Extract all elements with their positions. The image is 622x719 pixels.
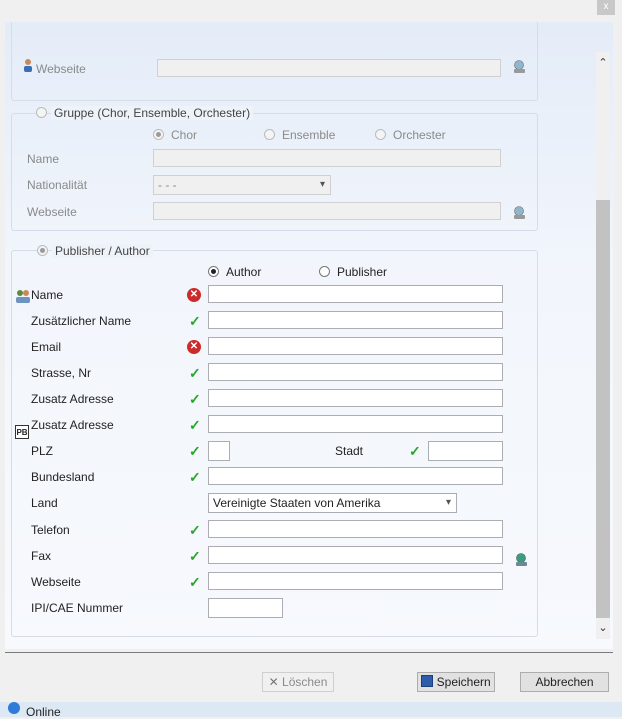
check-icon: ✓ (189, 522, 201, 538)
fax-label: Fax (31, 549, 52, 563)
gruppe-option-ensemble-label: Ensemble (282, 128, 336, 142)
person-webseite-label: Webseite (36, 62, 86, 76)
publisher-option-author-label: Author (226, 265, 262, 279)
telefon-label: Telefon (31, 523, 70, 537)
strasse-label: Strasse, Nr (31, 366, 92, 380)
check-icon: ✓ (189, 313, 201, 329)
person-webseite-input[interactable] (157, 59, 501, 77)
save-button-label: Speichern (436, 675, 491, 689)
save-button[interactable]: Speichern (417, 672, 495, 692)
publisher-legend: Publisher / Author (52, 244, 153, 258)
email-input[interactable] (208, 337, 503, 355)
zusaetzlicher-name-input[interactable] (208, 311, 503, 329)
error-icon: ✕ (187, 340, 201, 354)
stadt-input[interactable] (428, 441, 503, 461)
name-input[interactable] (208, 285, 503, 303)
name-label: Name (31, 288, 64, 302)
vertical-scrollbar[interactable]: ⌃ ⌄ (596, 52, 610, 639)
close-icon: ✕ (268, 675, 279, 689)
delete-button[interactable]: ✕ Löschen (262, 672, 334, 692)
ipi-input[interactable] (208, 598, 283, 618)
cancel-button-label: Abbrechen (535, 675, 594, 689)
gruppe-webseite-input[interactable] (153, 202, 501, 220)
bundesland-label: Bundesland (31, 470, 95, 484)
gruppe-name-input[interactable] (153, 149, 501, 167)
gruppe-radio[interactable] (36, 107, 47, 118)
publisher-option-publisher-radio[interactable] (319, 266, 330, 277)
chevron-down-icon: ▾ (445, 497, 451, 508)
link-icon[interactable] (512, 206, 527, 220)
chevron-up-icon[interactable]: ⌃ (596, 56, 610, 70)
chevron-down-icon: ▾ (319, 179, 325, 190)
ipi-label: IPI/CAE Nummer (31, 601, 124, 615)
link-icon[interactable] (512, 60, 527, 74)
cancel-button[interactable]: Abbrechen (520, 672, 609, 692)
zusatz-adresse-2-label: Zusatz Adresse (31, 418, 114, 432)
pb-icon: PB (15, 425, 29, 439)
check-icon: ✓ (189, 548, 201, 564)
form-panel: Webseite Gruppe (Chor, Ensemble, Orchest… (5, 22, 613, 649)
webseite-input[interactable] (208, 572, 503, 590)
error-icon: ✕ (187, 288, 201, 302)
gruppe-legend: Gruppe (Chor, Ensemble, Orchester) (51, 106, 254, 120)
check-icon: ✓ (189, 469, 201, 485)
stadt-label: Stadt (335, 444, 364, 458)
land-select[interactable]: Vereinigte Staaten von Amerika ▾ (208, 493, 457, 513)
email-label: Email (31, 340, 62, 354)
strasse-input[interactable] (208, 363, 503, 381)
globe-icon (8, 702, 20, 714)
close-button[interactable]: x (597, 0, 615, 15)
fax-input[interactable] (208, 546, 503, 564)
gruppe-option-chor-label: Chor (171, 128, 198, 142)
publisher-option-publisher-label: Publisher (337, 265, 388, 279)
gruppe-option-ensemble-radio[interactable] (264, 129, 275, 140)
gruppe-nationalitaet-value: - - - (158, 178, 177, 192)
gruppe-option-orchester-radio[interactable] (375, 129, 386, 140)
zusatz-adresse-1-label: Zusatz Adresse (31, 392, 114, 406)
plz-label: PLZ (31, 444, 54, 458)
users-icon (15, 289, 30, 303)
title-bar: x (0, 0, 622, 22)
person-icon (22, 58, 36, 72)
zusaetzlicher-name-label: Zusätzlicher Name (31, 314, 132, 328)
webseite-label: Webseite (31, 575, 81, 589)
publisher-option-author-radio[interactable] (208, 266, 219, 277)
land-label: Land (31, 496, 58, 510)
telefon-input[interactable] (208, 520, 503, 538)
check-icon: ✓ (189, 443, 201, 459)
link-icon[interactable] (514, 553, 529, 567)
zusatz-adresse-1-input[interactable] (208, 389, 503, 407)
gruppe-nationalitaet-select[interactable]: - - - ▾ (153, 175, 331, 195)
gruppe-nationalitaet-label: Nationalität (27, 178, 88, 192)
zusatz-adresse-2-input[interactable] (208, 415, 503, 433)
bundesland-input[interactable] (208, 467, 503, 485)
check-icon: ✓ (189, 391, 201, 407)
save-icon (421, 675, 434, 687)
footer-divider (5, 652, 613, 653)
gruppe-webseite-label: Webseite (27, 205, 77, 219)
publisher-radio[interactable] (37, 245, 48, 256)
gruppe-option-chor-radio[interactable] (153, 129, 164, 140)
check-icon: ✓ (189, 574, 201, 590)
scroll-thumb[interactable] (596, 200, 610, 618)
check-icon: ✓ (189, 365, 201, 381)
gruppe-option-orchester-label: Orchester (393, 128, 446, 142)
delete-button-label: Löschen (282, 675, 328, 689)
land-select-value: Vereinigte Staaten von Amerika (213, 496, 381, 510)
chevron-down-icon[interactable]: ⌄ (596, 621, 610, 635)
status-bar (0, 702, 622, 717)
check-icon: ✓ (189, 417, 201, 433)
plz-input[interactable] (208, 441, 230, 461)
gruppe-name-label: Name (27, 152, 60, 166)
check-icon: ✓ (409, 443, 421, 459)
